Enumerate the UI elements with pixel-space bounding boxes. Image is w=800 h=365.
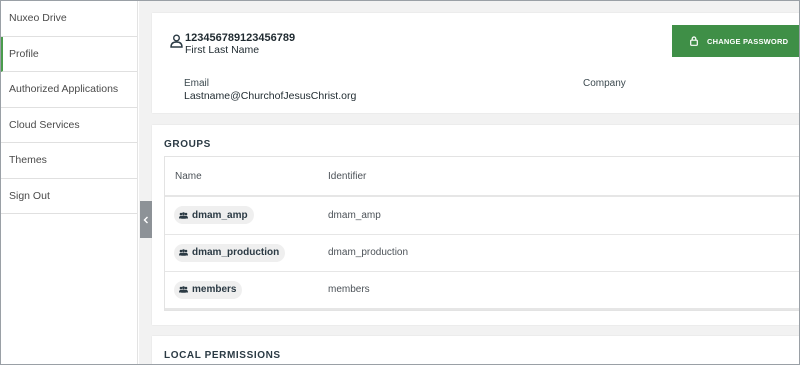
sidebar-item-sign-out[interactable]: Sign Out [1,179,137,214]
group-identifier: dmam_amp [328,209,381,221]
user-icon [170,34,183,48]
column-header-name: Name [175,170,202,182]
groups-card: GROUPS Name Identifier dmam_amp dmam_amp… [152,125,799,325]
sidebar-item-label: Profile [9,47,39,60]
sidebar-item-label: Themes [9,154,47,167]
change-password-button[interactable]: CHANGE PASSWORD [672,25,799,57]
group-identifier: members [328,284,370,296]
profile-card: 123456789123456789 First Last Name Email… [152,13,799,113]
app-window: Nuxeo Drive Profile Authorized Applicati… [0,0,800,365]
column-header-identifier: Identifier [328,170,367,182]
groups-table: Name Identifier dmam_amp dmam_amp dmam_p… [164,156,799,311]
sidebar-item-label: Authorized Applications [9,83,119,96]
sidebar-item-profile[interactable]: Profile [1,36,137,72]
group-icon [179,249,188,257]
sidebar-item-nuxeo-drive[interactable]: Nuxeo Drive [1,1,137,37]
sidebar-collapse-button[interactable] [140,201,152,238]
chevron-left-icon [143,216,148,223]
sidebar-item-label: Cloud Services [9,118,80,131]
lock-icon [690,36,698,46]
sidebar-item-themes[interactable]: Themes [1,143,137,179]
user-full-name: First Last Name [185,44,260,56]
group-identifier: dmam_production [328,247,409,259]
main-content: 123456789123456789 First Last Name Email… [139,1,799,364]
group-name: members [192,284,237,296]
sidebar-item-authorized-applications[interactable]: Authorized Applications [1,72,137,108]
group-icon [179,286,188,294]
group-icon [179,211,188,219]
sidebar-item-label: Sign Out [9,189,50,202]
table-row[interactable]: dmam_production dmam_production [165,235,799,272]
sidebar-item-label: Nuxeo Drive [9,12,67,25]
group-name: dmam_production [192,247,280,259]
group-chip[interactable]: members [174,280,243,299]
group-name: dmam_amp [192,209,248,221]
sidebar: Nuxeo Drive Profile Authorized Applicati… [1,1,138,364]
groups-title: GROUPS [164,139,211,150]
group-chip[interactable]: dmam_production [174,243,286,262]
groups-table-header: Name Identifier [165,157,799,197]
email-value: Lastname@ChurchofJesusChrist.org [184,90,357,102]
email-label: Email [184,78,210,89]
table-row[interactable]: dmam_amp dmam_amp [165,197,799,235]
table-row[interactable]: members members [165,272,799,310]
company-label: Company [583,78,626,89]
sidebar-item-cloud-services[interactable]: Cloud Services [1,108,137,143]
user-id: 123456789123456789 [185,32,296,44]
change-password-label: CHANGE PASSWORD [707,36,789,46]
group-chip[interactable]: dmam_amp [174,206,254,225]
local-permissions-card: LOCAL PERMISSIONS [152,336,799,364]
local-permissions-title: LOCAL PERMISSIONS [164,350,281,361]
